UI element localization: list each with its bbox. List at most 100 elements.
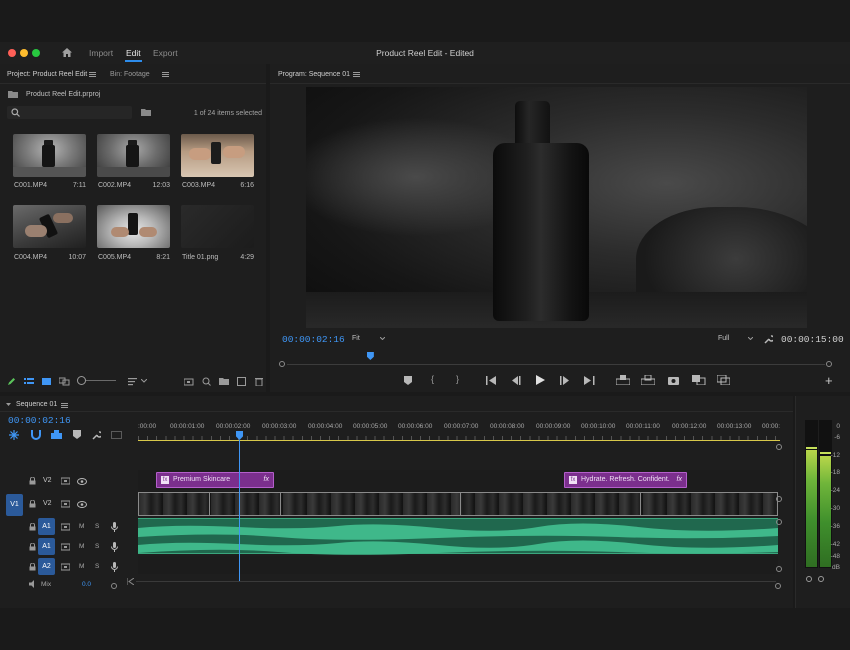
sync-lock-icon[interactable] [61, 543, 70, 551]
meter-solo-left[interactable] [806, 576, 812, 582]
project-tab[interactable]: Project: Product Reel Edit [7, 71, 87, 78]
program-tab[interactable]: Program: Sequence 01 [278, 71, 350, 78]
new-bin-icon[interactable] [141, 108, 151, 116]
horizontal-scrollbar[interactable] [136, 581, 776, 582]
list-view-icon[interactable] [24, 377, 34, 386]
play-icon[interactable] [536, 375, 545, 385]
mark-in-icon[interactable]: { [431, 375, 434, 384]
sync-lock-icon[interactable] [61, 477, 70, 485]
microphone-icon[interactable] [111, 522, 118, 532]
clip-thumbnail[interactable] [181, 134, 254, 177]
vertical-scroll-handle[interactable] [776, 496, 782, 502]
find-icon[interactable] [202, 377, 211, 386]
clip-edit-point[interactable] [209, 492, 210, 516]
clip-thumbnail[interactable] [181, 205, 254, 248]
fx-badge[interactable]: fx [677, 473, 682, 487]
lock-icon[interactable] [29, 543, 36, 551]
bin-menu-icon[interactable] [162, 72, 169, 77]
video-preview[interactable] [306, 87, 807, 328]
multi-camera-icon[interactable] [717, 375, 730, 385]
automate-to-sequence-icon[interactable] [184, 377, 194, 386]
magnet-icon[interactable] [31, 430, 41, 440]
microphone-icon[interactable] [111, 562, 118, 572]
zoom-level-select[interactable]: Fit [352, 335, 360, 342]
trash-icon[interactable] [255, 377, 263, 386]
lock-icon[interactable] [29, 523, 36, 531]
snap-icon[interactable] [9, 430, 19, 440]
linked-selection-icon[interactable] [51, 430, 62, 440]
clip-edit-point[interactable] [280, 492, 281, 516]
new-item-icon[interactable] [237, 377, 246, 386]
scrub-start-handle[interactable] [279, 361, 285, 367]
clip-thumbnail[interactable] [97, 205, 170, 248]
program-current-timecode[interactable]: 00:00:02:16 [282, 334, 345, 345]
clip-thumbnail[interactable] [97, 134, 170, 177]
horizontal-scroll-handle[interactable] [775, 583, 781, 589]
eye-icon[interactable] [77, 478, 87, 485]
track-a2-label[interactable]: A2 [38, 558, 55, 575]
freeform-view-icon[interactable] [59, 377, 70, 386]
scrub-end-handle[interactable] [826, 361, 832, 367]
resolution-select[interactable]: Full [718, 335, 729, 342]
lock-icon[interactable] [29, 563, 36, 571]
add-button-icon[interactable]: + [825, 373, 833, 388]
horizontal-scroll-handle[interactable] [111, 583, 117, 589]
zoom-slider[interactable] [86, 380, 116, 381]
mute-button[interactable]: M [79, 563, 84, 570]
clip-edit-point[interactable] [460, 492, 461, 516]
lock-icon[interactable] [29, 477, 36, 485]
settings-wrench-icon[interactable] [763, 334, 773, 344]
title-clip[interactable]: fx Hydrate. Refresh. Confident. fx [564, 472, 687, 488]
sort-icon[interactable] [128, 377, 138, 386]
timeline-timecode[interactable]: 00:00:02:16 [8, 415, 71, 426]
new-bin-icon[interactable] [219, 377, 229, 385]
lock-icon[interactable] [29, 500, 36, 508]
clip-edit-point[interactable] [640, 492, 641, 516]
bin-tab[interactable]: Bin: Footage [110, 71, 150, 78]
chevron-down-icon[interactable] [141, 379, 147, 383]
audio-clip[interactable] [138, 518, 778, 555]
sync-lock-icon[interactable] [61, 523, 70, 531]
wrench-icon[interactable] [91, 430, 101, 440]
fx-badge[interactable]: fx [264, 473, 269, 487]
track-v2-label[interactable]: V2 [43, 477, 52, 484]
step-back-icon[interactable] [511, 376, 521, 385]
clip-thumbnail[interactable] [13, 134, 86, 177]
add-marker-icon[interactable] [404, 376, 412, 385]
chevron-down-icon[interactable] [748, 337, 753, 340]
vertical-scroll-handle[interactable] [776, 444, 782, 450]
track-v1-label[interactable]: V2 [43, 500, 52, 507]
eye-icon[interactable] [77, 501, 87, 508]
program-scrub-bar[interactable] [287, 364, 825, 365]
timeline-playhead[interactable] [239, 440, 240, 582]
track-a1-label[interactable]: A1 [38, 538, 55, 555]
solo-button[interactable]: S [95, 523, 99, 530]
mute-button[interactable]: M [79, 523, 84, 530]
sync-lock-icon[interactable] [61, 500, 70, 508]
meter-solo-right[interactable] [818, 576, 824, 582]
go-to-out-icon[interactable] [584, 376, 595, 385]
sync-lock-icon[interactable] [61, 563, 70, 571]
video-clip-strip[interactable] [138, 492, 778, 516]
work-area-bar[interactable] [138, 440, 780, 441]
vertical-scroll-handle[interactable] [776, 566, 782, 572]
lift-icon[interactable] [616, 375, 630, 385]
step-forward-icon[interactable] [560, 376, 570, 385]
microphone-icon[interactable] [111, 542, 118, 552]
solo-button[interactable]: S [95, 563, 99, 570]
mix-value[interactable]: 0.0 [82, 581, 91, 588]
project-menu-icon[interactable] [89, 72, 96, 77]
icon-view-icon[interactable] [42, 377, 52, 386]
clip-thumbnail[interactable] [13, 205, 86, 248]
program-menu-icon[interactable] [353, 72, 360, 77]
close-sequence-icon[interactable] [6, 403, 11, 406]
chevron-down-icon[interactable] [380, 337, 385, 340]
mute-button[interactable]: M [79, 543, 84, 550]
sequence-menu-icon[interactable] [61, 403, 68, 408]
go-to-in-icon[interactable] [486, 376, 497, 385]
title-clip[interactable]: fx Premium Skincare fx [156, 472, 274, 488]
search-field[interactable] [7, 106, 132, 119]
scroll-left-icon[interactable] [127, 578, 134, 585]
track-a2-lane[interactable] [138, 556, 778, 574]
vertical-scroll-handle[interactable] [776, 519, 782, 525]
